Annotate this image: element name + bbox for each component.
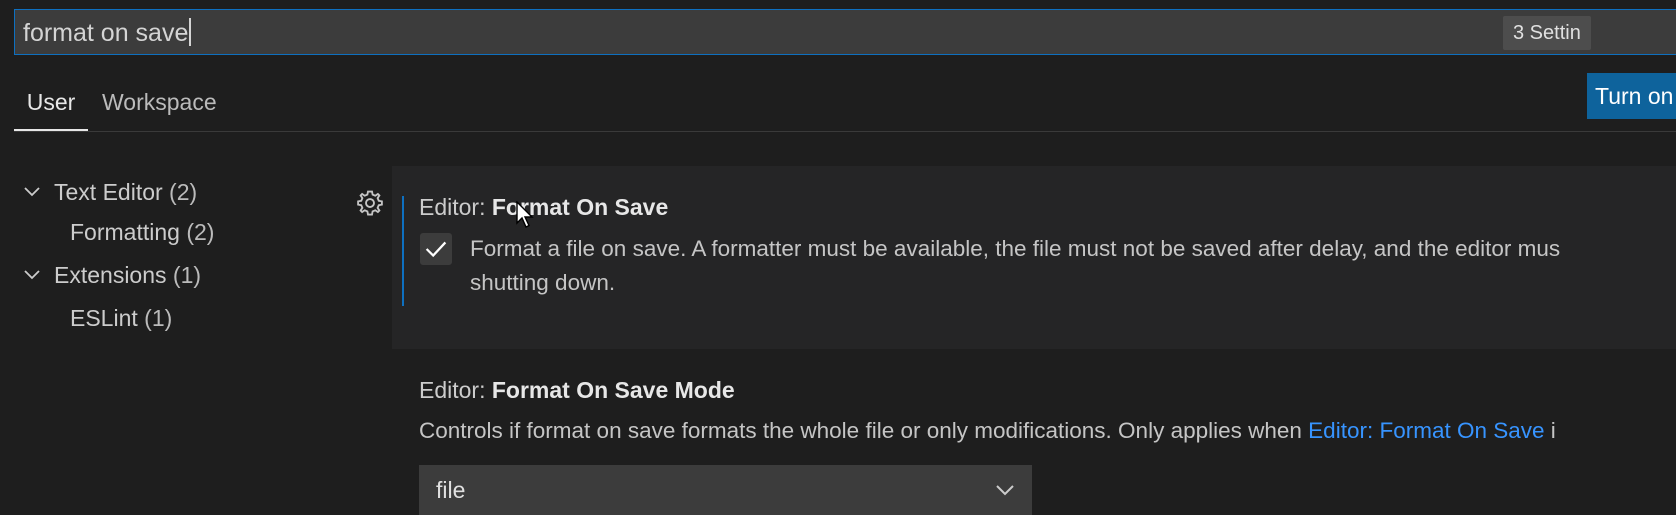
- focus-indicator: [402, 196, 404, 306]
- chevron-down-icon: [996, 485, 1014, 496]
- search-input[interactable]: format on save: [23, 10, 192, 56]
- setting-name: Format On Save Mode: [491, 377, 735, 403]
- tree-item-formatting[interactable]: Formatting (2): [70, 214, 214, 250]
- tree-item-eslint[interactable]: ESLint (1): [70, 300, 172, 336]
- result-count-badge: 3 Settin: [1503, 16, 1591, 50]
- tree-item-count: (1): [172, 262, 202, 288]
- tab-user[interactable]: User: [14, 78, 88, 130]
- chevron-down-icon: [24, 270, 40, 280]
- setting-title: Editor: Format On Save Mode: [419, 377, 735, 404]
- setting-description: Controls if format on save formats the w…: [419, 414, 1556, 448]
- setting-category: Editor:: [419, 377, 492, 403]
- tree-item-label: Extensions: [54, 262, 167, 288]
- setting-title: Editor: Format On Save: [419, 194, 668, 221]
- setting-description-line1: Format a file on save. A formatter must …: [470, 236, 1561, 261]
- setting-name: Format On Save: [491, 194, 669, 220]
- search-input-value: format on save: [23, 19, 189, 47]
- tree-item-text-editor[interactable]: Text Editor (2): [0, 174, 340, 210]
- tree-item-label: Formatting: [70, 219, 180, 245]
- tree-item-label: ESLint: [70, 305, 138, 331]
- text-caret: [189, 18, 192, 47]
- tree-item-extensions[interactable]: Extensions (1): [0, 257, 340, 293]
- tree-item-count: (1): [144, 305, 173, 331]
- tree-item-count: (2): [169, 179, 198, 205]
- format-on-save-checkbox[interactable]: [420, 233, 452, 265]
- turn-on-sync-button[interactable]: Turn on: [1587, 73, 1676, 119]
- format-on-save-mode-select[interactable]: file: [419, 465, 1032, 515]
- gear-icon[interactable]: [355, 188, 385, 218]
- description-text-tail: i: [1544, 418, 1556, 443]
- setting-link[interactable]: Editor: Format On Save: [1308, 418, 1544, 443]
- chevron-down-icon: [24, 187, 40, 197]
- description-text: Controls if format on save formats the w…: [419, 418, 1309, 443]
- tree-item-label: Text Editor: [54, 179, 163, 205]
- check-icon: [425, 241, 447, 258]
- select-value: file: [436, 477, 466, 503]
- setting-category: Editor:: [419, 194, 492, 220]
- tree-item-count: (2): [186, 219, 215, 245]
- tab-workspace[interactable]: Workspace: [102, 78, 217, 130]
- tabs-divider: [14, 131, 1676, 132]
- settings-editor: format on save 3 Settin User Workspace T…: [0, 0, 1676, 515]
- search-box[interactable]: format on save 3 Settin: [14, 9, 1676, 55]
- setting-description-line2: shutting down.: [470, 270, 616, 295]
